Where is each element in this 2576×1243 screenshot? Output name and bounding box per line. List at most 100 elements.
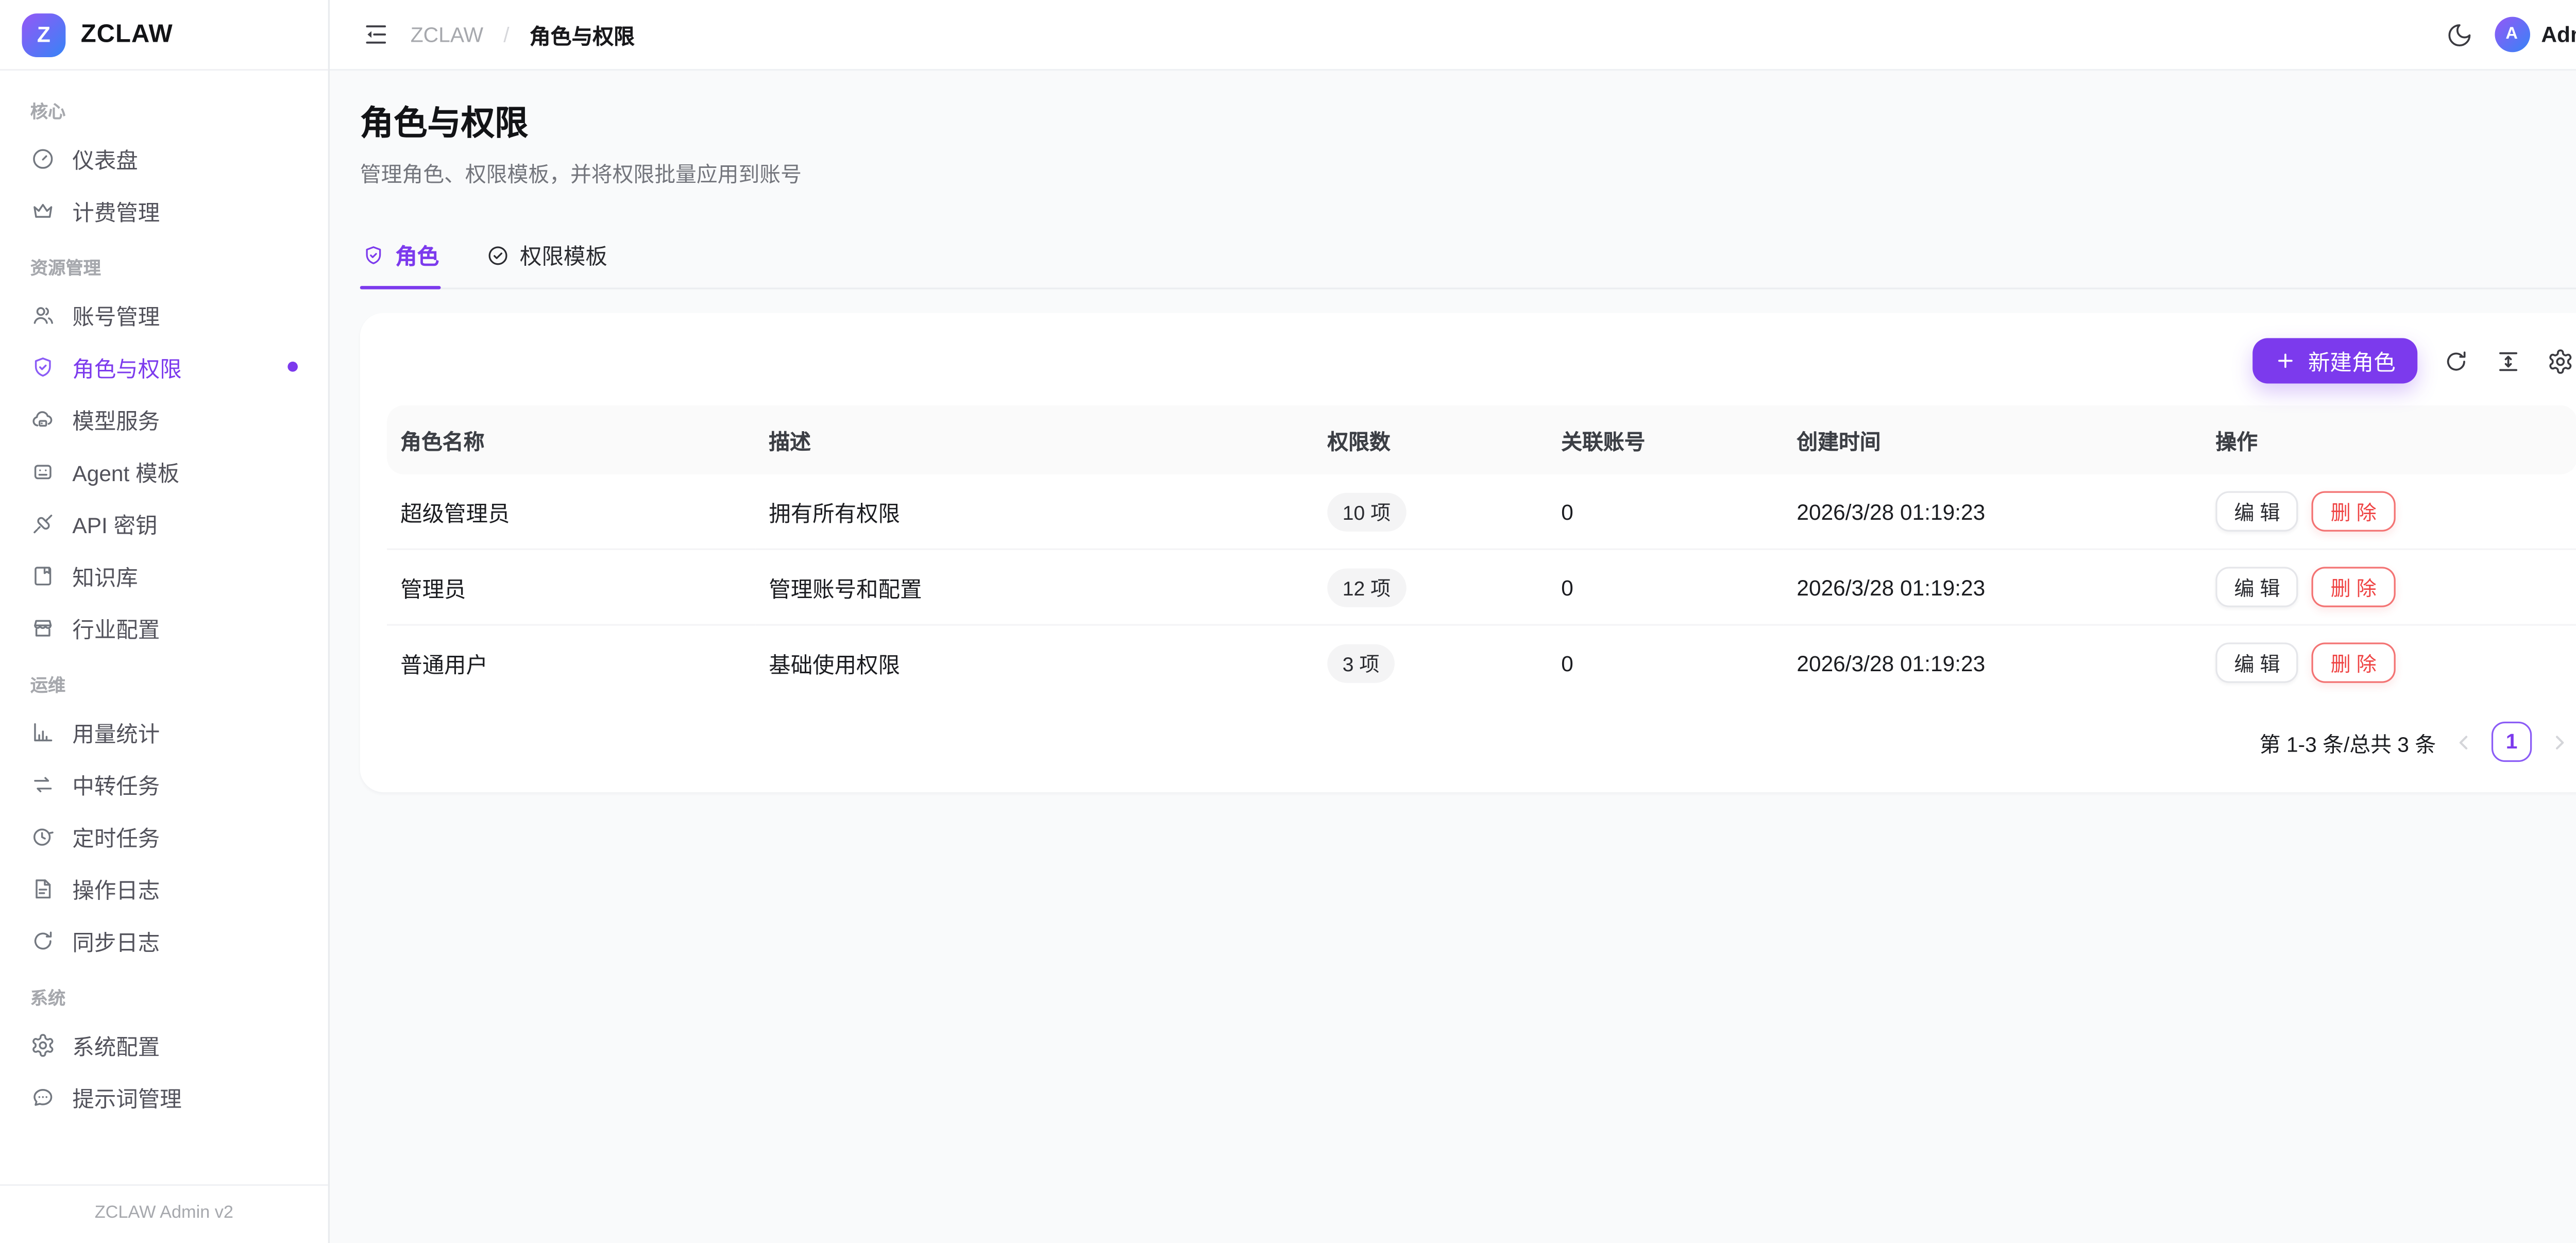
sidebar-item-agent-templates[interactable]: Agent 模板 [17, 446, 311, 496]
actions-cell: 编 辑删 除 [2202, 549, 2576, 625]
delete-role-button[interactable]: 删 除 [2312, 567, 2395, 607]
linked-accounts-cell: 0 [1548, 474, 1783, 549]
sidebar-item-sync-logs[interactable]: 同步日志 [17, 915, 311, 965]
breadcrumb-root[interactable]: ZCLAW [411, 23, 483, 46]
permission-count-cell: 12 项 [1314, 549, 1548, 625]
role-description-cell: 管理账号和配置 [755, 549, 1314, 625]
sidebar-item-industry-config[interactable]: 行业配置 [17, 602, 311, 653]
table-settings-icon[interactable] [2547, 347, 2574, 374]
sidebar-section-label: 核心 [17, 81, 311, 133]
sidebar-item-knowledge-base[interactable]: 知识库 [17, 550, 311, 601]
sidebar: Z ZCLAW 核心仪表盘计费管理资源管理账号管理角色与权限模型服务 Agent … [0, 0, 330, 1243]
sidebar-item-billing[interactable]: 计费管理 [17, 185, 311, 235]
table-header-row: 角色名称 描述 权限数 关联账号 创建时间 操作 [387, 405, 2576, 474]
page-number-button[interactable]: 1 [2492, 722, 2532, 762]
plus-icon [2275, 350, 2296, 371]
sidebar-item-label: 知识库 [72, 559, 138, 591]
sidebar-item-label: 中转任务 [72, 768, 160, 800]
bar-chart-icon [30, 719, 56, 744]
shield-check-icon [30, 354, 56, 379]
sidebar-item-label: 仪表盘 [72, 142, 138, 174]
active-indicator-dot [287, 362, 298, 372]
avatar: A [2494, 17, 2530, 53]
moon-icon[interactable] [2445, 21, 2472, 48]
sidebar-item-label: 定时任务 [72, 820, 160, 852]
username: Admin [2541, 22, 2576, 47]
breadcrumb-separator: / [503, 23, 509, 46]
created-time-cell: 2026/3/28 01:19:23 [1783, 474, 2202, 549]
sidebar-section-label: 运维 [17, 654, 311, 706]
sidebar-item-label: 计费管理 [72, 194, 160, 226]
created-time-cell: 2026/3/28 01:19:23 [1783, 549, 2202, 625]
sidebar-item-roles-permissions[interactable]: 角色与权限 [17, 342, 311, 392]
tab-permission-templates-label: 权限模板 [520, 239, 607, 271]
new-role-button[interactable]: 新建角色 [2252, 338, 2417, 383]
sidebar-item-operation-logs[interactable]: 操作日志 [17, 863, 311, 913]
page-title: 角色与权限 [360, 106, 2576, 145]
tab-roles[interactable]: 角色 [360, 227, 441, 288]
col-created-time: 创建时间 [1783, 405, 2202, 474]
edit-role-button[interactable]: 编 辑 [2215, 567, 2298, 607]
roles-table-body: 超级管理员拥有所有权限10 项02026/3/28 01:19:23编 辑删 除… [387, 474, 2576, 700]
sidebar-item-relay-tasks[interactable]: 中转任务 [17, 759, 311, 809]
chat-icon [30, 1084, 56, 1109]
transfer-icon [30, 771, 56, 796]
role-name-cell: 管理员 [387, 549, 755, 625]
app-logo: Z [22, 12, 65, 56]
sidebar-section-label: 资源管理 [17, 237, 311, 289]
sidebar-item-label: 同步日志 [72, 924, 160, 956]
book-icon [30, 563, 56, 588]
sidebar-item-label: 模型服务 [72, 403, 160, 435]
edit-role-button[interactable]: 编 辑 [2215, 491, 2298, 531]
refresh-icon[interactable] [2443, 347, 2469, 374]
sidebar-item-dashboard[interactable]: 仪表盘 [17, 133, 311, 183]
edit-role-button[interactable]: 编 辑 [2215, 642, 2298, 683]
sidebar-item-label: 系统配置 [72, 1029, 160, 1061]
main-area: ZCLAW / 角色与权限 A Admin 角色与权限 管理角色、权限模板，并将… [330, 0, 2576, 1243]
user-menu[interactable]: A Admin [2494, 17, 2576, 53]
delete-role-button[interactable]: 删 除 [2312, 491, 2395, 531]
sidebar-item-label: API 密钥 [72, 507, 157, 539]
sidebar-item-label: Agent 模板 [72, 455, 179, 487]
sidebar-item-scheduled-tasks[interactable]: 定时任务 [17, 811, 311, 861]
role-description-cell: 拥有所有权限 [755, 474, 1314, 549]
permission-count-badge: 3 项 [1327, 643, 1395, 682]
col-description: 描述 [755, 405, 1314, 474]
file-text-icon [30, 876, 56, 901]
gauge-icon [30, 145, 56, 171]
topbar: ZCLAW / 角色与权限 A Admin [330, 0, 2576, 71]
actions-cell: 编 辑删 除 [2202, 474, 2576, 549]
col-actions: 操作 [2202, 405, 2576, 474]
chevron-right-icon[interactable] [2547, 729, 2572, 755]
brand-block[interactable]: Z ZCLAW [0, 0, 328, 71]
permission-count-cell: 10 项 [1314, 474, 1548, 549]
sidebar-footer-version: ZCLAW Admin v2 [0, 1184, 328, 1243]
created-time-cell: 2026/3/28 01:19:23 [1783, 625, 2202, 700]
chevron-left-icon[interactable] [2451, 729, 2477, 755]
store-icon [30, 615, 56, 640]
col-linked-accounts: 关联账号 [1548, 405, 1783, 474]
sidebar-item-model-services[interactable]: 模型服务 [17, 394, 311, 444]
table-row: 超级管理员拥有所有权限10 项02026/3/28 01:19:23编 辑删 除 [387, 474, 2576, 549]
sidebar-item-label: 提示词管理 [72, 1081, 181, 1113]
tab-permission-templates[interactable]: 权限模板 [484, 227, 609, 288]
row-height-icon[interactable] [2495, 347, 2521, 374]
sync-icon [30, 928, 56, 953]
sidebar-section-label: 系统 [17, 967, 311, 1019]
linked-accounts-cell: 0 [1548, 625, 1783, 700]
sidebar-item-api-keys[interactable]: API 密钥 [17, 498, 311, 549]
check-circle-icon [486, 243, 510, 267]
sidebar-item-system-config[interactable]: 系统配置 [17, 1019, 311, 1070]
collapse-sidebar-icon[interactable] [362, 20, 391, 49]
table-row: 管理员管理账号和配置12 项02026/3/28 01:19:23编 辑删 除 [387, 549, 2576, 625]
table-row: 普通用户基础使用权限3 项02026/3/28 01:19:23编 辑删 除 [387, 625, 2576, 700]
timer-icon [30, 823, 56, 848]
breadcrumb-current: 角色与权限 [530, 19, 635, 50]
roles-table: 角色名称 描述 权限数 关联账号 创建时间 操作 超级管理员拥有所有权限10 项… [387, 405, 2576, 700]
sidebar-item-usage-stats[interactable]: 用量统计 [17, 706, 311, 757]
sidebar-item-accounts[interactable]: 账号管理 [17, 290, 311, 340]
delete-role-button[interactable]: 删 除 [2312, 642, 2395, 683]
sidebar-item-prompt-management[interactable]: 提示词管理 [17, 1071, 311, 1122]
app-window: Z ZCLAW 核心仪表盘计费管理资源管理账号管理角色与权限模型服务Agent … [0, 0, 2576, 1243]
brand-name: ZCLAW [81, 20, 173, 49]
